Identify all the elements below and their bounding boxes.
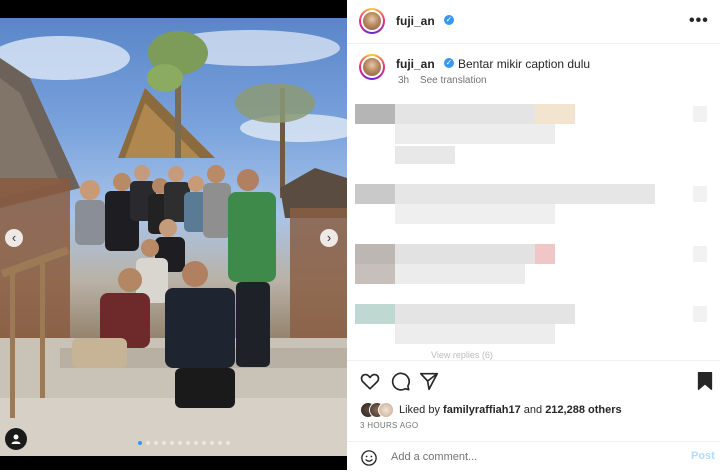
liker-avatar[interactable] — [378, 402, 394, 418]
caption-text: Bentar mikir caption dulu — [458, 57, 591, 71]
likes-count[interactable]: 212,288 others — [545, 404, 621, 416]
actions-divider — [347, 360, 720, 362]
comment-composer: Post — [347, 441, 720, 471]
author-username[interactable]: fuji_an — [396, 14, 435, 28]
carousel-dot — [138, 441, 142, 445]
post-timestamp: 3 HOURS AGO — [360, 421, 419, 430]
post-photo[interactable] — [0, 18, 347, 456]
carousel-dot — [154, 441, 158, 445]
post-comment-button[interactable]: Post — [691, 450, 715, 462]
carousel-next-button[interactable]: › — [320, 229, 338, 247]
like-button[interactable] — [359, 370, 381, 392]
likes-text: Liked by familyraffiah17 and 212,288 oth… — [399, 404, 622, 416]
carousel-dot — [194, 441, 198, 445]
carousel-dot — [226, 441, 230, 445]
caption-meta: 3h See translation — [398, 75, 495, 86]
comment-button[interactable] — [389, 370, 411, 392]
instagram-post-view: ‹ › fuji_an ✓ ••• fuji_an ✓ Bentar mikir… — [0, 0, 720, 470]
bookmark-icon — [697, 372, 713, 390]
verified-badge-icon: ✓ — [444, 15, 454, 25]
verified-badge-icon: ✓ — [444, 58, 454, 68]
comment-icon — [391, 372, 410, 391]
caption-username[interactable]: fuji_an — [396, 57, 435, 71]
carousel-dot — [210, 441, 214, 445]
share-icon — [419, 372, 439, 391]
see-translation-link[interactable]: See translation — [420, 75, 487, 86]
likes-summary: Liked by familyraffiah17 and 212,288 oth… — [360, 402, 720, 418]
carousel-dot — [162, 441, 166, 445]
post-header: fuji_an ✓ ••• — [347, 0, 720, 44]
comment-input[interactable] — [389, 447, 673, 467]
post-media-panel: ‹ › — [0, 0, 347, 470]
user-tag-icon — [11, 434, 21, 444]
view-replies-link[interactable]: View replies (6) — [431, 350, 493, 360]
likes-join: and — [523, 404, 543, 416]
carousel-dot — [170, 441, 174, 445]
carousel-dot — [178, 441, 182, 445]
carousel-dot — [186, 441, 190, 445]
group-photo-illustration — [0, 30, 347, 456]
carousel-dot — [202, 441, 206, 445]
author-avatar[interactable] — [359, 8, 385, 34]
post-side-panel: fuji_an ✓ ••• fuji_an ✓ Bentar mikir cap… — [347, 0, 720, 470]
carousel-dot — [218, 441, 222, 445]
caption-time: 3h — [398, 75, 410, 86]
likes-prefix: Liked by — [399, 404, 440, 416]
save-button[interactable] — [694, 370, 716, 392]
more-options-button[interactable]: ••• — [689, 12, 709, 30]
liked-by-username[interactable]: familyraffiah17 — [443, 404, 521, 416]
emoji-icon — [361, 450, 377, 466]
share-button[interactable] — [418, 370, 440, 392]
carousel-indicator — [138, 441, 230, 445]
user-tag-button[interactable] — [5, 428, 27, 450]
carousel-dot — [146, 441, 150, 445]
carousel-prev-button[interactable]: ‹ — [5, 229, 23, 247]
heart-icon — [360, 373, 380, 390]
caption-author-avatar[interactable] — [359, 54, 385, 80]
emoji-button[interactable] — [360, 449, 377, 466]
